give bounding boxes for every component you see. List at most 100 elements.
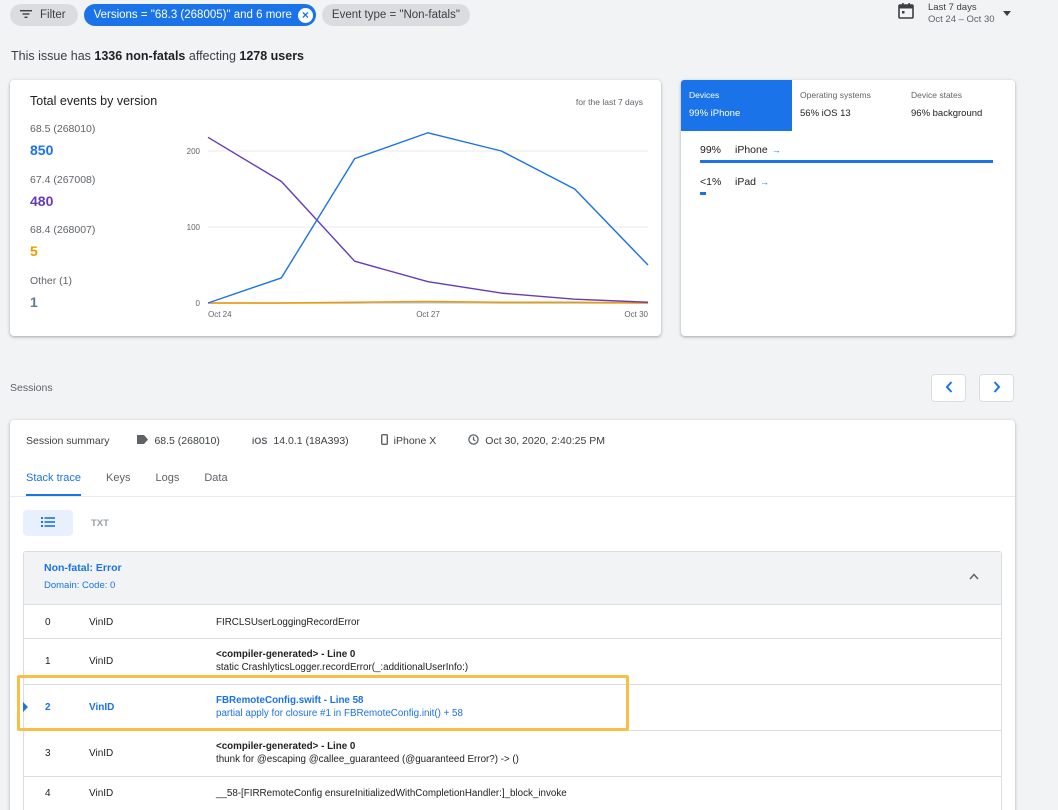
filter-label: Filter: [40, 9, 66, 21]
next-session-button[interactable]: [979, 374, 1014, 402]
tab-title: Device states: [911, 90, 963, 100]
frame-library: VinID: [89, 702, 115, 713]
device-share-bar: [700, 160, 994, 163]
chevron-up-icon[interactable]: [969, 568, 979, 583]
date-range-text: Last 7 days Oct 24 – Oct 30: [928, 2, 995, 26]
versions-filter-label: Versions = "68.3 (268005)" and 6 more: [93, 9, 292, 21]
y-tick-label: 100: [187, 223, 201, 232]
tab-value: 56% iOS 13: [800, 108, 851, 119]
legend-version-name: Other (1): [30, 274, 73, 287]
session-card: Session summary 68.5 (268010) iOS 14.0.1…: [10, 420, 1015, 810]
device-row-ipad[interactable]: <1% iPad →: [700, 176, 996, 195]
legend-version-name: 68.5 (268010): [30, 123, 96, 135]
session-version-value: 68.5 (268010): [154, 435, 220, 447]
filter-icon: [20, 9, 32, 22]
filter-button[interactable]: Filter: [10, 4, 78, 26]
legend-version-value: 850: [30, 142, 54, 158]
breakdown-tabs: Devices 99% iPhone Operating systems 56%…: [681, 80, 1015, 131]
versions-filter-chip[interactable]: Versions = "68.3 (268005)" and 6 more ×: [83, 4, 316, 26]
frame-symbol: FIRCLSUserLoggingRecordError: [216, 617, 360, 628]
device-share-bar: [700, 192, 706, 195]
trace-title: Non-fatal: Error: [44, 562, 122, 574]
frame-library: VinID: [89, 748, 114, 759]
legend-item[interactable]: 68.5 (268010) 850: [30, 123, 160, 174]
y-tick-label: 200: [187, 147, 201, 156]
date-range-picker[interactable]: Last 7 days Oct 24 – Oct 30: [898, 2, 1011, 26]
calendar-icon: [898, 2, 914, 22]
series-line: [207, 132, 649, 304]
event-type-filter-chip[interactable]: Event type = "Non-fatals": [321, 4, 470, 26]
frame-function: thunk for @escaping @callee_guaranteed (…: [216, 753, 519, 765]
close-icon[interactable]: ×: [297, 7, 313, 23]
device-row-iphone[interactable]: 99% iPhone →: [700, 144, 996, 163]
tab-value: 96% background: [911, 108, 983, 119]
legend-item[interactable]: Other (1) 1: [30, 275, 160, 326]
frame-library: VinID: [89, 656, 114, 667]
frame-function: partial apply for closure #1 in FBRemote…: [216, 707, 463, 719]
chevron-left-icon: [945, 380, 953, 396]
device-name: iPhone: [735, 144, 768, 156]
caret-right-icon: [23, 702, 28, 712]
session-time-value: Oct 30, 2020, 2:40:25 PM: [485, 435, 605, 447]
chevron-right-icon: [993, 380, 1001, 396]
tab-stack-trace[interactable]: Stack trace: [26, 470, 82, 496]
stack-frame[interactable]: 4 VinID __58-[FIRRemoteConfig ensureInit…: [24, 777, 1001, 810]
legend-version-value: 480: [30, 192, 54, 209]
legend-item[interactable]: 67.4 (267008) 480: [30, 174, 160, 225]
legend-item[interactable]: 68.4 (268007) 5: [30, 224, 160, 275]
stack-trace: Non-fatal: Error Domain: Code: 0 0 VinID…: [23, 551, 1002, 810]
phone-icon: [380, 433, 388, 448]
stack-frame[interactable]: 0 VinID FIRCLSUserLoggingRecordError: [24, 605, 1001, 639]
non-fatal-count: 1336 non-fatals: [94, 49, 186, 63]
session-summary: Session summary 68.5 (268010) iOS 14.0.1…: [26, 433, 637, 448]
session-device: iPhone X: [380, 433, 437, 448]
text-view-button[interactable]: TXT: [91, 510, 109, 536]
card-period: for the last 7 days: [575, 97, 643, 107]
list-icon: [41, 516, 55, 530]
session-time: Oct 30, 2020, 2:40:25 PM: [468, 434, 605, 448]
stack-frame[interactable]: 1 VinID <compiler-generated> - Line 0 st…: [24, 639, 1001, 685]
session-os: iOS 14.0.1 (18A393): [252, 435, 349, 447]
list-view-button[interactable]: [23, 510, 73, 536]
session-summary-title: Session summary: [26, 435, 110, 447]
session-tabs: Stack trace Keys Logs Data: [26, 470, 253, 496]
arrow-right-icon: →: [760, 177, 770, 187]
card-title: Total events by version: [30, 94, 158, 108]
frame-function: static CrashlyticsLogger.recordError(_:a…: [216, 661, 469, 673]
stack-frame-highlighted[interactable]: 2 VinID FBRemoteConfig.swift - Line 58 p…: [23, 685, 1001, 731]
y-tick-label: 0: [196, 299, 201, 308]
tab-keys[interactable]: Keys: [106, 470, 130, 496]
trace-header[interactable]: Non-fatal: Error Domain: Code: 0: [24, 552, 1001, 605]
trace-subtitle: Domain: Code: 0: [44, 580, 116, 591]
tab-divider: [10, 496, 1015, 497]
date-range-dates: Oct 24 – Oct 30: [928, 14, 995, 25]
x-tick-label: Oct 24: [208, 310, 232, 319]
previous-session-button[interactable]: [931, 374, 966, 402]
tab-logs[interactable]: Logs: [156, 470, 180, 496]
tab-device-states[interactable]: Device states 96% background: [903, 80, 1014, 131]
affected-users-count: 1278 users: [239, 49, 305, 63]
x-tick-label: Oct 30: [624, 310, 648, 319]
version-legend: 68.5 (268010) 850 67.4 (267008) 480 68.4…: [30, 123, 160, 325]
trace-view-toggle: TXT: [23, 510, 109, 536]
legend-version-name: 67.4 (267008): [30, 173, 96, 186]
summary-middle: affecting: [185, 49, 240, 63]
tab-devices[interactable]: Devices 99% iPhone: [681, 80, 792, 131]
x-tick-label: Oct 27: [416, 310, 440, 319]
legend-version-value: 5: [30, 243, 38, 259]
session-device-value: iPhone X: [393, 435, 437, 447]
device-percent: 99%: [700, 144, 722, 156]
frame-index: 1: [45, 656, 51, 667]
frame-library: VinID: [89, 788, 114, 799]
event-type-filter-label: Event type = "Non-fatals": [331, 9, 460, 21]
frame-library: VinID: [89, 617, 114, 628]
clock-icon: [468, 434, 480, 448]
tab-data[interactable]: Data: [204, 470, 227, 496]
issue-summary: This issue has 1336 non-fatals affecting…: [11, 49, 304, 63]
legend-version-value: 1: [30, 293, 38, 310]
session-os-value: 14.0.1 (18A393): [273, 435, 349, 447]
tag-icon: [137, 435, 149, 447]
tab-operating-systems[interactable]: Operating systems 56% iOS 13: [792, 80, 903, 131]
frame-index: 3: [45, 748, 51, 759]
stack-frame[interactable]: 3 VinID <compiler-generated> - Line 0 th…: [24, 731, 1001, 777]
